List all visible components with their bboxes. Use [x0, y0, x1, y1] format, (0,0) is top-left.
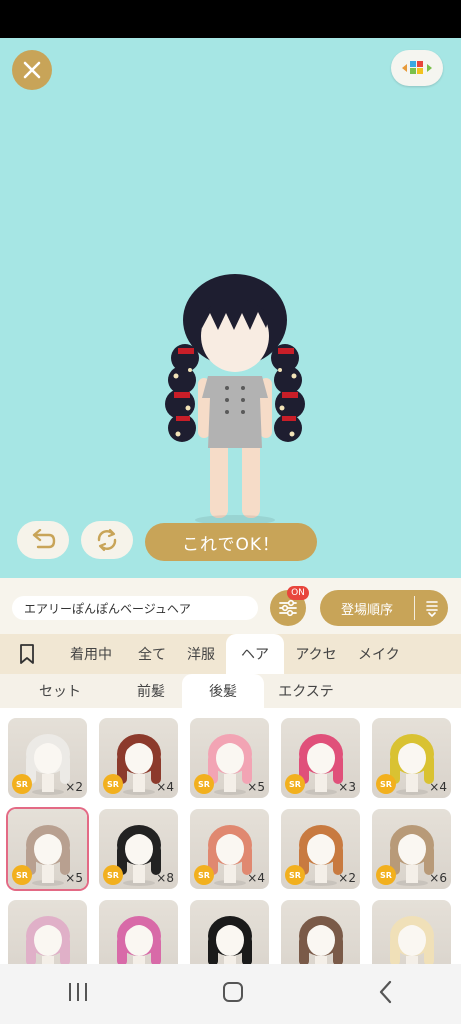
tab-makeup[interactable]: メイク	[348, 634, 408, 674]
hair-preview-icon	[26, 916, 70, 964]
hair-item-card[interactable]: SR ×4	[190, 809, 269, 889]
item-count: ×4	[156, 780, 174, 794]
home-button[interactable]	[221, 980, 245, 1008]
subtab-extensions[interactable]: エクステ	[264, 674, 348, 708]
tab-hair[interactable]: ヘア	[226, 634, 284, 674]
hair-item-card[interactable]: SR ×2	[8, 718, 87, 798]
hair-item-card[interactable]	[8, 900, 87, 964]
tab-clothes[interactable]: 洋服	[176, 634, 226, 674]
rarity-badge: SR	[376, 865, 396, 885]
back-button[interactable]	[376, 980, 396, 1008]
hair-item-card[interactable]: SR ×4	[99, 718, 178, 798]
category-tabs: 着用中 全て 洋服 ヘア アクセ メイク	[0, 634, 461, 674]
back-icon	[379, 980, 391, 1004]
item-count: ×3	[338, 780, 356, 794]
hair-item-card[interactable]	[190, 900, 269, 964]
hair-item-card[interactable]	[372, 900, 451, 964]
rotate-icon	[97, 528, 117, 552]
rarity-badge: SR	[103, 865, 123, 885]
hair-item-card[interactable]: SR ×8	[99, 809, 178, 889]
tab-bookmark[interactable]	[0, 634, 54, 674]
avatar-figure	[165, 274, 305, 525]
undo-button[interactable]	[17, 521, 69, 559]
subtab-set[interactable]: セット	[0, 674, 120, 708]
home-icon	[222, 982, 243, 1002]
hair-preview-icon	[208, 916, 252, 964]
close-icon	[23, 61, 41, 79]
avatar-stage: これでOK！	[0, 38, 461, 578]
rarity-badge: SR	[285, 865, 305, 885]
color-blocks-icon	[402, 61, 432, 74]
rarity-badge: SR	[194, 774, 214, 794]
bookmark-icon	[20, 644, 34, 664]
subtab-back-hair[interactable]: 後髪	[182, 674, 264, 708]
hair-preview-icon	[117, 916, 161, 964]
item-count: ×4	[429, 780, 447, 794]
item-count: ×5	[65, 871, 83, 885]
subtab-bangs[interactable]: 前髪	[120, 674, 182, 708]
item-count: ×2	[65, 780, 83, 794]
item-count: ×6	[429, 871, 447, 885]
item-name-field: エアリーぽんぽんベージュヘア	[12, 596, 258, 620]
rarity-badge: SR	[12, 865, 32, 885]
item-count: ×5	[247, 780, 265, 794]
sort-label: 登場順序	[340, 602, 393, 618]
rarity-badge: SR	[285, 774, 305, 794]
sort-order-icon[interactable]	[415, 599, 448, 617]
item-grid: SR ×2 SR ×4 SR ×5 SR ×3 SR ×4 SR ×5 SR ×8 SR ×4 SR ×2 SR ×6	[0, 708, 461, 964]
undo-icon	[32, 529, 56, 549]
system-nav-bar	[0, 964, 461, 1024]
tab-wearing[interactable]: 着用中	[54, 634, 128, 674]
hair-preview-icon	[299, 916, 343, 964]
status-bar	[0, 0, 461, 38]
rarity-badge: SR	[103, 774, 123, 794]
hair-item-card[interactable]: SR ×5	[8, 809, 87, 889]
item-count: ×4	[247, 871, 265, 885]
hair-subtabs: セット 前髪 後髪 エクステ	[0, 674, 461, 708]
hair-item-card[interactable]: SR ×3	[281, 718, 360, 798]
layout-toggle-button[interactable]	[391, 50, 443, 86]
sort-button[interactable]: 登場順序	[320, 590, 448, 626]
recent-apps-button[interactable]	[66, 981, 90, 1007]
hair-item-card[interactable]: SR ×6	[372, 809, 451, 889]
rarity-badge: SR	[376, 774, 396, 794]
confirm-button[interactable]: これでOK！	[145, 523, 317, 561]
filter-on-badge: ON	[287, 586, 309, 600]
rarity-badge: SR	[12, 774, 32, 794]
sliders-icon	[279, 599, 297, 617]
recent-apps-icon	[68, 983, 87, 1001]
hair-item-card[interactable]: SR ×2	[281, 809, 360, 889]
tab-all[interactable]: 全て	[128, 634, 176, 674]
hair-item-card[interactable]	[99, 900, 178, 964]
hair-item-card[interactable]: SR ×4	[372, 718, 451, 798]
hair-preview-icon	[390, 916, 434, 964]
close-button[interactable]	[12, 50, 52, 90]
rarity-badge: SR	[194, 865, 214, 885]
item-count: ×8	[156, 871, 174, 885]
hair-item-card[interactable]	[281, 900, 360, 964]
tab-accessories[interactable]: アクセ	[284, 634, 348, 674]
item-info-bar: エアリーぽんぽんベージュヘア ON 登場順序	[0, 578, 461, 634]
hair-item-card[interactable]: SR ×5	[190, 718, 269, 798]
rotate-button[interactable]	[81, 521, 133, 559]
item-count: ×2	[338, 871, 356, 885]
